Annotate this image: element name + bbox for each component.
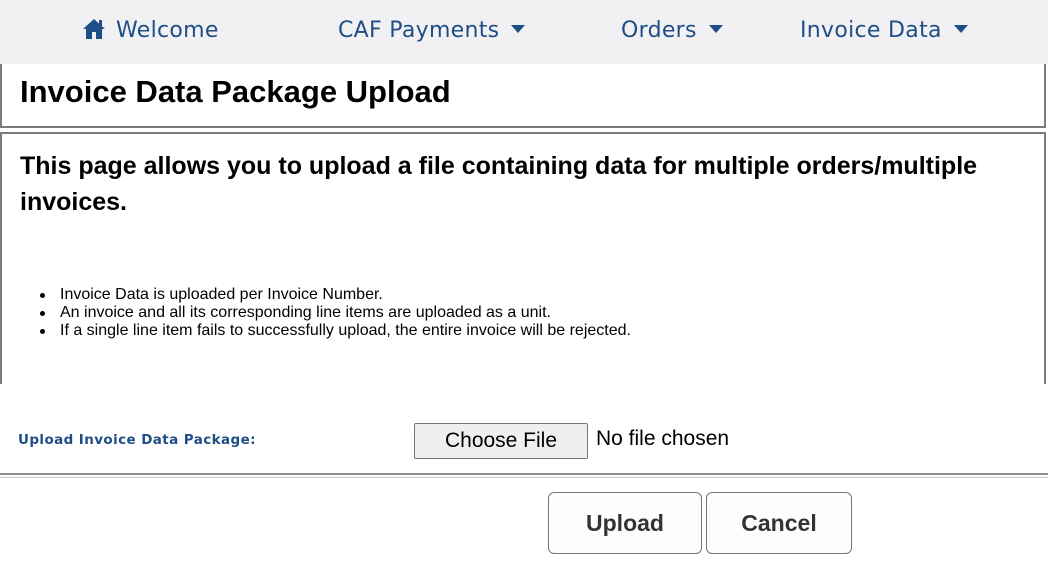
nav-welcome-label: Welcome <box>116 18 219 43</box>
choose-file-button[interactable]: Choose File <box>414 423 588 459</box>
caret-down-icon <box>708 25 723 33</box>
cancel-button[interactable]: Cancel <box>706 492 852 554</box>
upload-field-label: Upload Invoice Data Package: <box>18 432 256 448</box>
nav-orders[interactable]: Orders <box>621 14 723 48</box>
nav-welcome[interactable]: Welcome <box>82 14 219 48</box>
info-panel: This page allows you to upload a file co… <box>0 132 1046 384</box>
divider <box>0 473 1048 478</box>
nav-invoice-data-label: Invoice Data <box>800 18 942 43</box>
nav-caf-payments[interactable]: CAF Payments <box>338 14 526 48</box>
upload-button[interactable]: Upload <box>548 492 702 554</box>
upload-row: Upload Invoice Data Package: Choose File… <box>0 418 1048 462</box>
caret-down-icon <box>511 25 526 33</box>
file-status-text: No file chosen <box>596 427 730 450</box>
list-item: Invoice Data is uploaded per Invoice Num… <box>40 286 631 304</box>
page-title: Invoice Data Package Upload <box>20 74 451 109</box>
intro-text: This page allows you to upload a file co… <box>20 152 978 216</box>
caret-down-icon <box>953 25 968 33</box>
info-bullet-list: Invoice Data is uploaded per Invoice Num… <box>40 286 631 340</box>
list-item: An invoice and all its corresponding lin… <box>40 304 631 322</box>
top-navigation-bar: Welcome CAF Payments Orders Invoice Data <box>0 0 1048 64</box>
list-item: If a single line item fails to successfu… <box>40 322 631 339</box>
nav-orders-label: Orders <box>621 18 697 43</box>
nav-invoice-data[interactable]: Invoice Data <box>800 14 968 48</box>
home-icon <box>83 19 105 39</box>
title-panel: Invoice Data Package Upload <box>0 64 1046 128</box>
nav-caf-payments-label: CAF Payments <box>338 18 500 43</box>
